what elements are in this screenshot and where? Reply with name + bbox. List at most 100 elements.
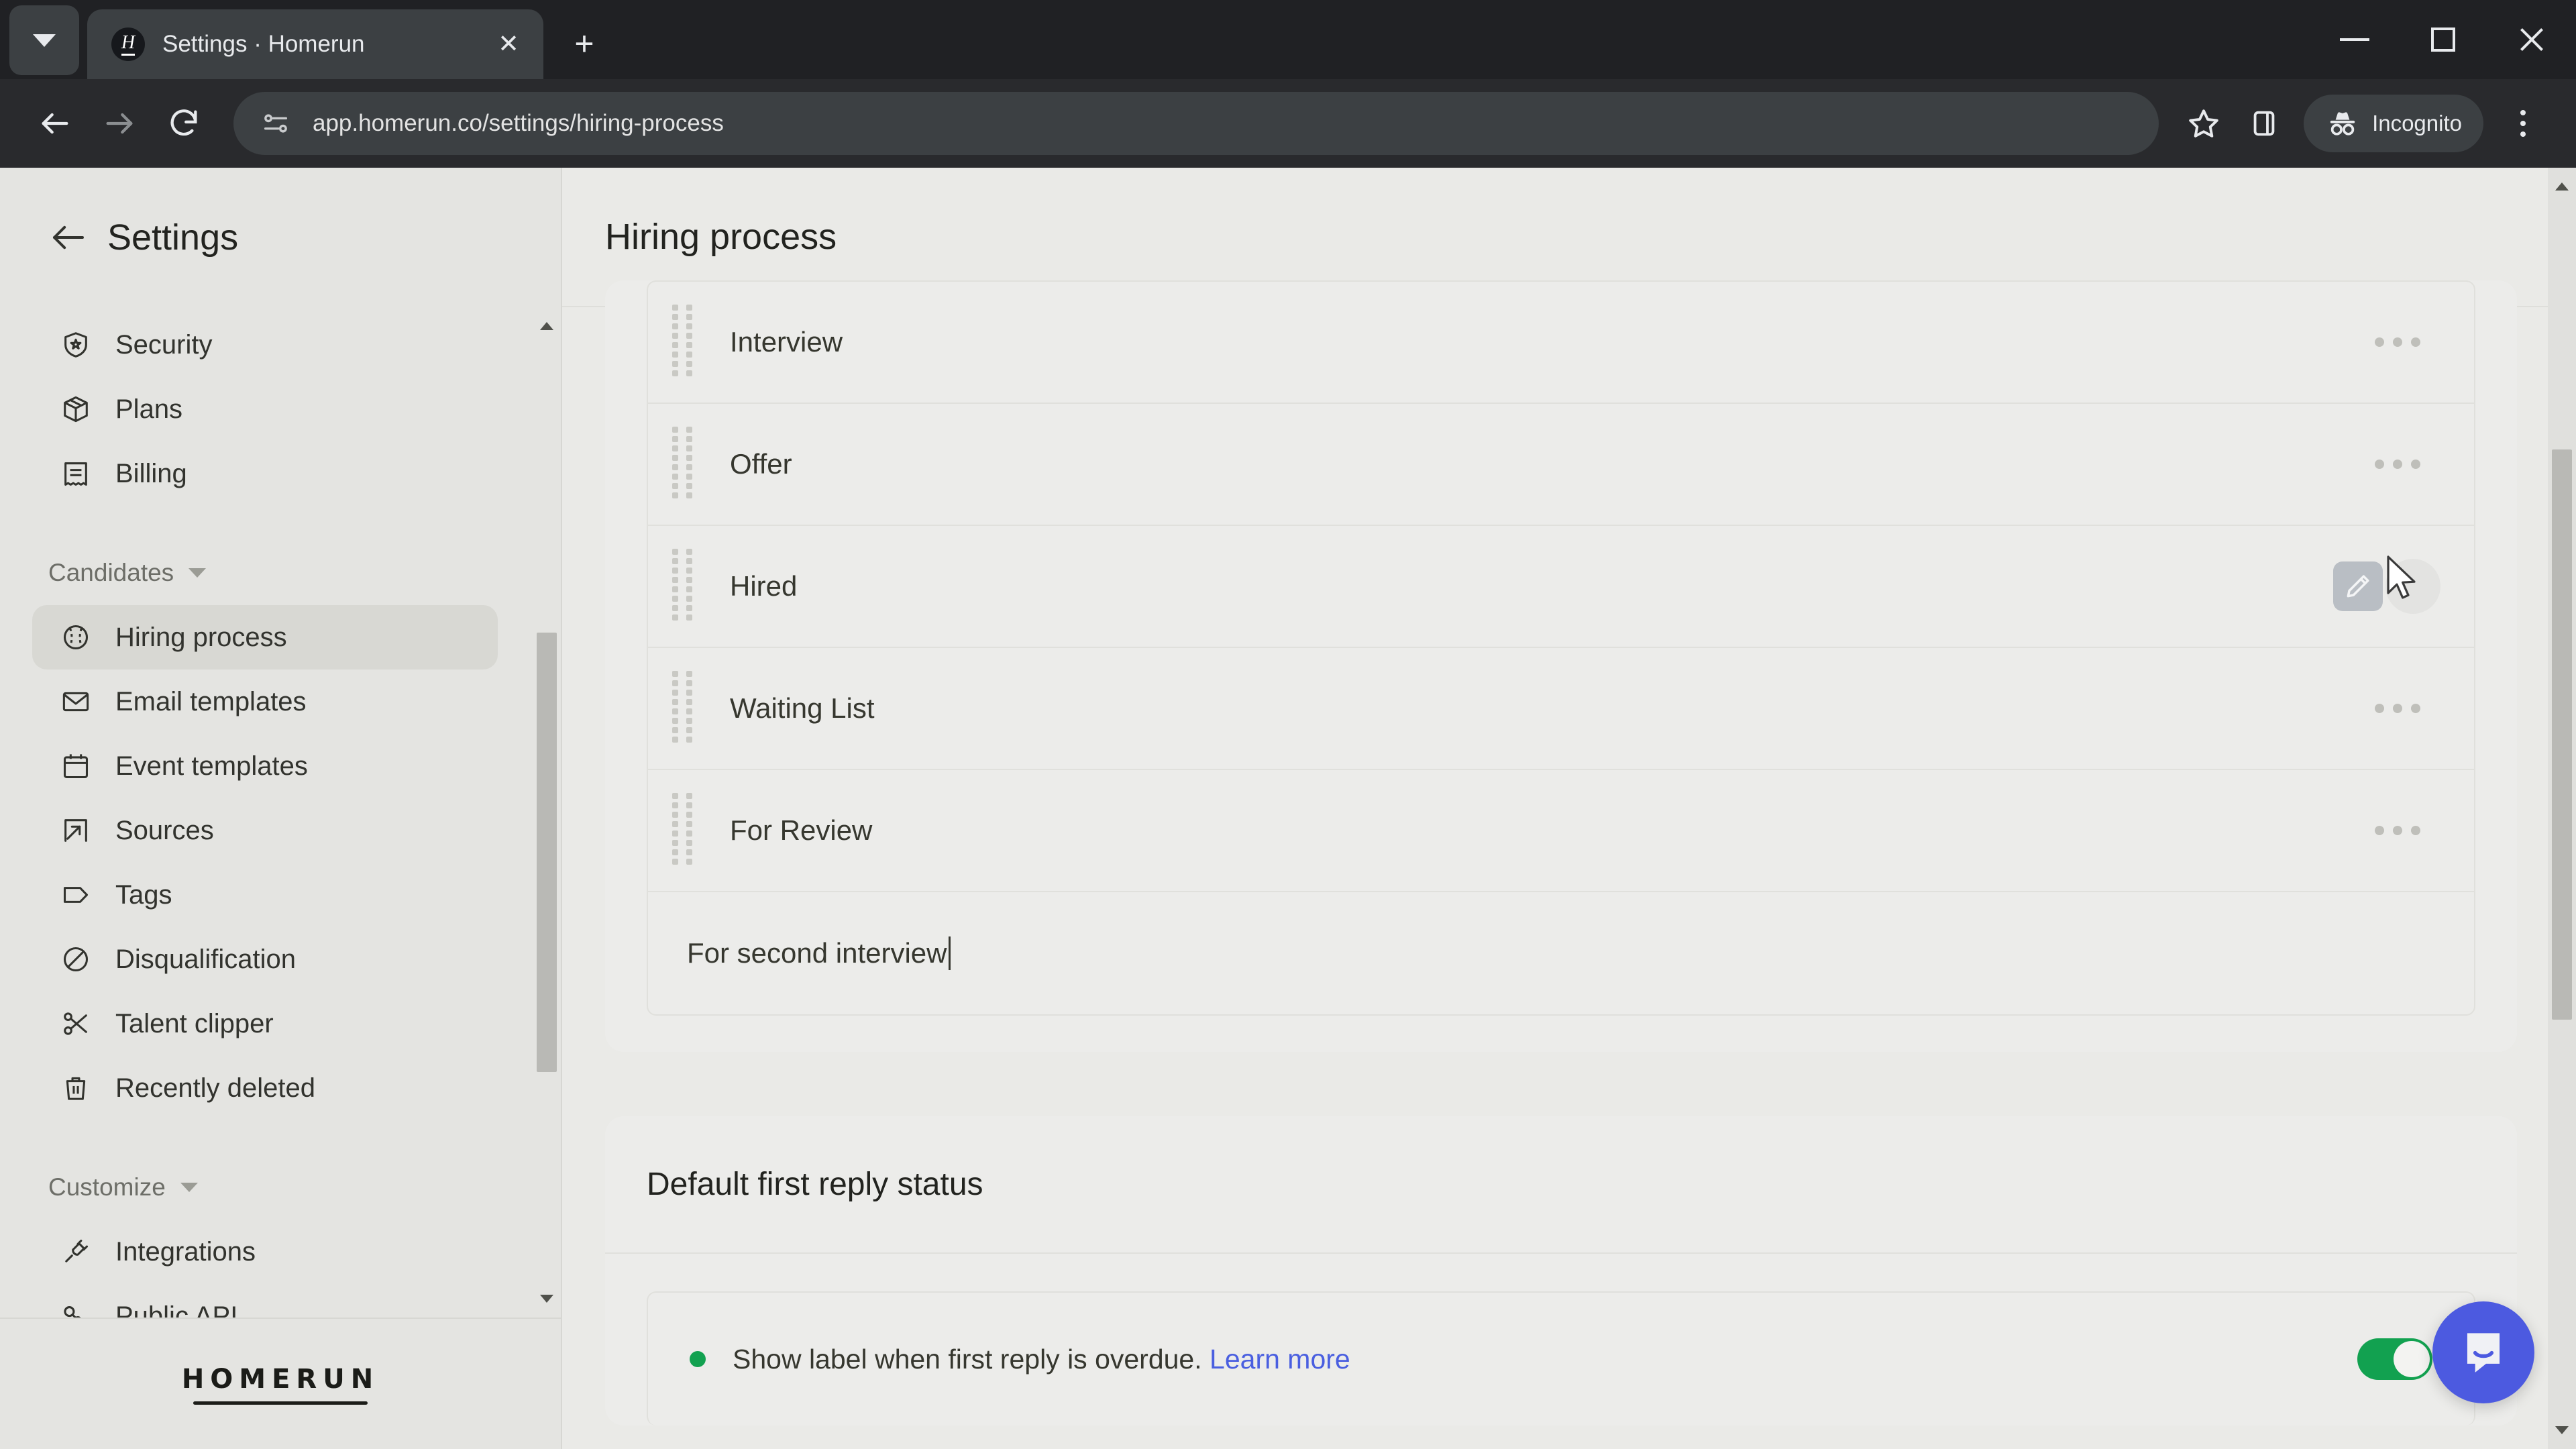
sidebar-item-label: Recently deleted [115, 1073, 315, 1103]
overdue-label-row: Show label when first reply is overdue. … [647, 1291, 2475, 1426]
close-window-button[interactable] [2487, 0, 2576, 79]
minimize-button[interactable] [2310, 0, 2399, 79]
drag-handle-icon[interactable] [672, 427, 695, 502]
new-tab-button[interactable]: + [558, 17, 610, 70]
sidebar-item-plans[interactable]: Plans [32, 377, 498, 441]
row-menu-icon[interactable] [2357, 460, 2438, 469]
sidebar-item-label: Security [115, 329, 213, 360]
address-bar[interactable]: app.homerun.co/settings/hiring-process [233, 92, 2159, 155]
sidebar-item-hiring-process[interactable]: Hiring process [32, 605, 498, 669]
back-arrow-icon[interactable] [50, 219, 87, 256]
page-content: Settings Security Plans Billing Candidat… [0, 168, 2576, 1449]
close-icon [2517, 25, 2546, 54]
tag-icon [59, 878, 93, 912]
close-icon[interactable]: ✕ [490, 25, 527, 63]
sidebar-scrollbar[interactable] [533, 307, 561, 1318]
sidebar-group-customize[interactable]: Customize [0, 1155, 530, 1220]
overdue-label-toggle[interactable] [2357, 1338, 2432, 1380]
hiring-stages-card: Interview Offer Hired Waiting List For R… [605, 280, 2517, 1052]
reload-icon [170, 109, 197, 136]
reload-button[interactable] [152, 91, 216, 156]
learn-more-link[interactable]: Learn more [1210, 1344, 1350, 1375]
key-icon [59, 1299, 93, 1318]
stage-label: Waiting List [730, 692, 875, 724]
browser-tab[interactable]: H Settings · Homerun ✕ [87, 9, 543, 79]
sidebar-group-candidates[interactable]: Candidates [0, 541, 530, 605]
maximize-button[interactable] [2399, 0, 2487, 79]
default-first-reply-card: Default first reply status Show label wh… [605, 1116, 2517, 1426]
sidebar-item-tags[interactable]: Tags [32, 863, 498, 927]
plug-icon [59, 1235, 93, 1269]
site-settings-icon[interactable] [256, 104, 295, 143]
sidebar-item-label: Email templates [115, 686, 307, 716]
trash-icon [59, 1071, 93, 1105]
sidebar-item-email-templates[interactable]: Email templates [32, 669, 498, 734]
drag-handle-icon[interactable] [672, 671, 695, 746]
section-title: Default first reply status [605, 1116, 2517, 1254]
back-button[interactable] [23, 91, 87, 156]
stage-label: Hired [730, 570, 798, 602]
box-icon [59, 392, 93, 426]
chevron-down-icon [180, 1183, 198, 1192]
toggle-knob [2394, 1341, 2430, 1377]
sidebar-item-label: Tags [115, 879, 172, 910]
chevron-down-icon [33, 34, 56, 47]
sidebar-item-talent-clipper[interactable]: Talent clipper [32, 991, 498, 1056]
page-scrollbar[interactable] [2548, 168, 2576, 1449]
sidebar-item-disqualification[interactable]: Disqualification [32, 927, 498, 991]
stage-row-for-review[interactable]: For Review [648, 770, 2474, 892]
sidebar-item-security[interactable]: Security [32, 313, 498, 377]
forward-button[interactable] [87, 91, 152, 156]
overdue-label-text: Show label when first reply is overdue. … [733, 1344, 1350, 1375]
page-scrollbar-thumb[interactable] [2552, 449, 2572, 1020]
stage-row-hired[interactable]: Hired [648, 526, 2474, 648]
sidebar-item-label: Hiring process [115, 622, 287, 652]
star-icon [2189, 109, 2218, 138]
tab-search-button[interactable] [9, 5, 79, 75]
scroll-down-arrow-icon[interactable] [540, 1295, 553, 1303]
stage-label: Interview [730, 326, 843, 358]
intercom-chat-button[interactable] [2432, 1301, 2534, 1403]
sidebar-item-integrations[interactable]: Integrations [32, 1220, 498, 1284]
sidebar-item-label: Plans [115, 394, 183, 424]
row-menu-icon[interactable] [2357, 826, 2438, 835]
sidebar-item-billing[interactable]: Billing [32, 441, 498, 506]
restore-icon [2431, 28, 2455, 52]
sidebar-nav-list: Security Plans Billing Candidates Hiring… [0, 313, 561, 1318]
drag-handle-icon[interactable] [672, 305, 695, 380]
stage-row-interview[interactable]: Interview [648, 282, 2474, 404]
scroll-up-arrow-icon[interactable] [2555, 182, 2569, 191]
sidebar-item-label: Billing [115, 458, 187, 488]
browser-window: H Settings · Homerun ✕ + app.homerun.co/… [0, 0, 2576, 1449]
new-stage-input-value: For second interview [687, 937, 947, 969]
stage-row-new[interactable]: For second interview [648, 892, 2474, 1014]
no-entry-icon [59, 943, 93, 976]
row-menu-icon[interactable] [2357, 337, 2438, 347]
drag-handle-icon[interactable] [672, 549, 695, 624]
sidebar-item-event-templates[interactable]: Event templates [32, 734, 498, 798]
envelope-icon [59, 685, 93, 718]
status-dot-icon [690, 1351, 706, 1367]
main-content: Hiring process Interview Offer Hired Wai… [562, 168, 2576, 1449]
scroll-up-arrow-icon[interactable] [540, 322, 553, 330]
side-panel-button[interactable] [2234, 93, 2294, 154]
sidebar-scrollbar-thumb[interactable] [537, 633, 557, 1072]
bookmark-button[interactable] [2174, 93, 2234, 154]
new-stage-input[interactable]: For second interview [687, 936, 2474, 970]
row-menu-icon[interactable] [2357, 704, 2438, 713]
favicon-letter: H [121, 33, 136, 56]
incognito-indicator[interactable]: Incognito [2304, 95, 2483, 152]
sidebar-group-label: Customize [48, 1173, 166, 1201]
scroll-down-arrow-icon[interactable] [2555, 1426, 2569, 1434]
sidebar-item-public-api[interactable]: Public API [32, 1284, 498, 1318]
browser-menu-button[interactable] [2493, 93, 2553, 154]
sidebar-item-sources[interactable]: Sources [32, 798, 498, 863]
sidebar-item-recently-deleted[interactable]: Recently deleted [32, 1056, 498, 1120]
forward-arrow-icon [106, 113, 133, 134]
drag-handle-icon[interactable] [672, 793, 695, 868]
sidebar-group-label: Candidates [48, 559, 174, 586]
pencil-icon[interactable] [2333, 561, 2383, 611]
stage-row-waiting-list[interactable]: Waiting List [648, 648, 2474, 770]
sidebar-item-label: Event templates [115, 751, 308, 781]
stage-row-offer[interactable]: Offer [648, 404, 2474, 526]
